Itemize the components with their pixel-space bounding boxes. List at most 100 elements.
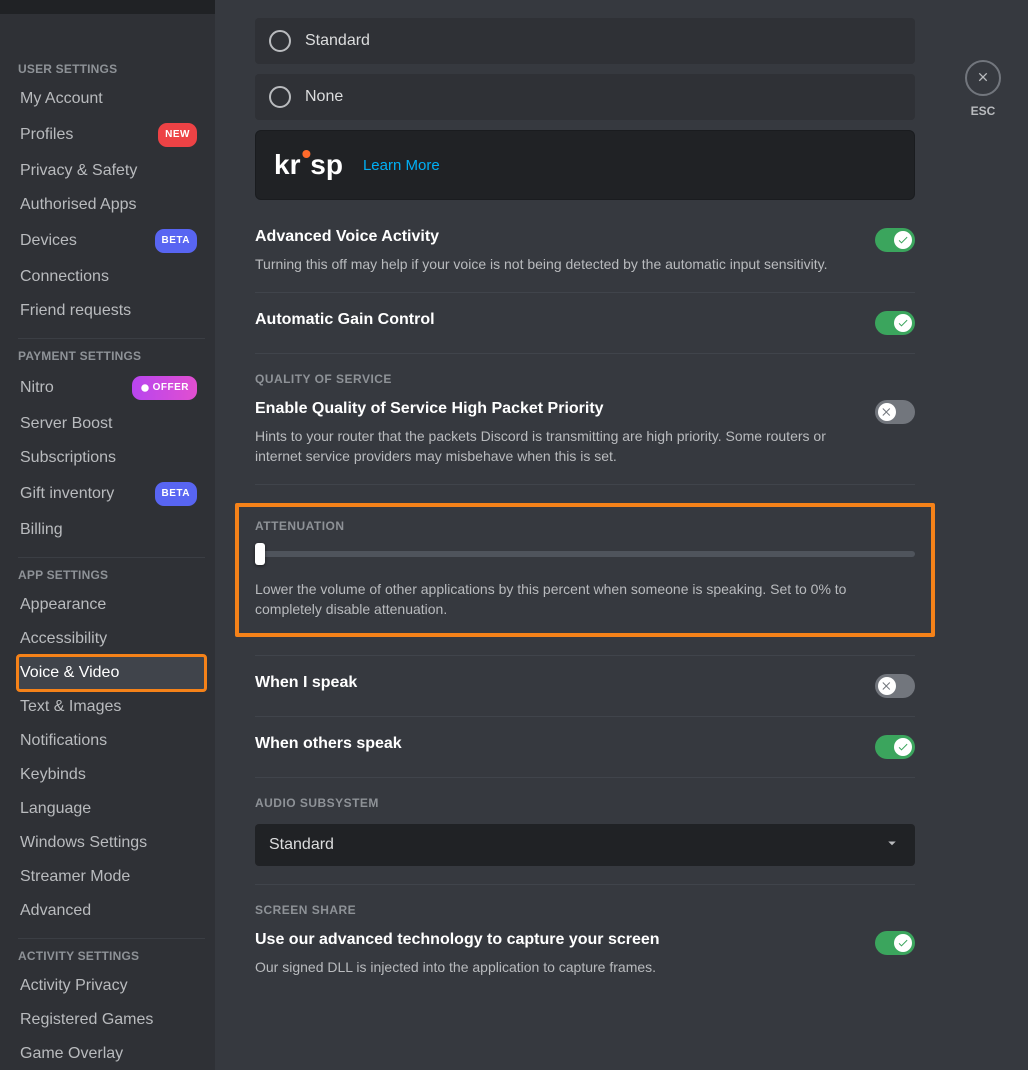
quality-of-service-header: QUALITY OF SERVICE bbox=[255, 372, 915, 386]
check-icon bbox=[897, 937, 909, 949]
sidebar-item-devices[interactable]: Devices BETA bbox=[18, 222, 205, 260]
divider bbox=[255, 777, 915, 778]
sidebar-group-header: ACTIVITY SETTINGS bbox=[18, 949, 205, 963]
slider-thumb[interactable] bbox=[255, 543, 265, 565]
divider bbox=[255, 655, 915, 656]
sidebar-item-label: Subscriptions bbox=[20, 448, 116, 468]
sidebar-item-label: Streamer Mode bbox=[20, 867, 130, 887]
check-icon bbox=[897, 741, 909, 753]
divider bbox=[255, 716, 915, 717]
sidebar-item-gift-inventory[interactable]: Gift inventory BETA bbox=[18, 475, 205, 513]
sidebar-group-header: APP SETTINGS bbox=[18, 568, 205, 582]
sidebar-item-registered-games[interactable]: Registered Games bbox=[18, 1003, 205, 1037]
sidebar-item-voice-video[interactable]: Voice & Video bbox=[18, 656, 205, 690]
sidebar-group-header: PAYMENT SETTINGS bbox=[18, 349, 205, 363]
sidebar-item-privacy-safety[interactable]: Privacy & Safety bbox=[18, 154, 205, 188]
sidebar-item-appearance[interactable]: Appearance bbox=[18, 588, 205, 622]
attenuation-desc: Lower the volume of other applications b… bbox=[255, 579, 915, 619]
select-value: Standard bbox=[269, 836, 334, 854]
screen-share-toggle[interactable] bbox=[875, 931, 915, 955]
sidebar-item-friend-requests[interactable]: Friend requests bbox=[18, 294, 205, 328]
krisp-logo: kr•sp bbox=[274, 149, 343, 181]
sidebar-item-advanced[interactable]: Advanced bbox=[18, 894, 205, 928]
sidebar-item-label: Registered Games bbox=[20, 1010, 153, 1030]
sidebar-item-text-images[interactable]: Text & Images bbox=[18, 690, 205, 724]
sidebar-item-server-boost[interactable]: Server Boost bbox=[18, 407, 205, 441]
esc-label: ESC bbox=[971, 104, 996, 118]
krisp-learn-more-link[interactable]: Learn More bbox=[363, 157, 440, 174]
sidebar-item-label: Devices bbox=[20, 231, 77, 251]
sidebar-item-accessibility[interactable]: Accessibility bbox=[18, 622, 205, 656]
sidebar-item-connections[interactable]: Connections bbox=[18, 260, 205, 294]
settings-content: Standard None kr•sp Learn More Advanced … bbox=[215, 0, 1028, 1070]
attenuation-header: ATTENUATION bbox=[255, 519, 915, 533]
sidebar-item-language[interactable]: Language bbox=[18, 792, 205, 826]
sidebar-item-nitro[interactable]: Nitro OFFER bbox=[18, 369, 205, 407]
sidebar-item-label: Accessibility bbox=[20, 629, 107, 649]
new-badge: NEW bbox=[158, 123, 197, 147]
divider bbox=[255, 884, 915, 885]
sidebar-item-windows-settings[interactable]: Windows Settings bbox=[18, 826, 205, 860]
divider bbox=[18, 338, 205, 339]
radio-icon bbox=[269, 86, 291, 108]
sidebar-item-authorised-apps[interactable]: Authorised Apps bbox=[18, 188, 205, 222]
close-button[interactable] bbox=[965, 60, 1001, 96]
sidebar-item-label: Authorised Apps bbox=[20, 195, 137, 215]
radio-icon bbox=[269, 30, 291, 52]
check-icon bbox=[897, 317, 909, 329]
sidebar-item-billing[interactable]: Billing bbox=[18, 513, 205, 547]
sidebar-item-profiles[interactable]: Profiles NEW bbox=[18, 116, 205, 154]
sidebar-item-label: Server Boost bbox=[20, 414, 112, 434]
slider-track bbox=[255, 551, 915, 557]
radio-label: None bbox=[305, 88, 343, 106]
sidebar-item-game-overlay[interactable]: Game Overlay bbox=[18, 1037, 205, 1070]
krisp-card: kr•sp Learn More bbox=[255, 130, 915, 200]
sidebar-item-label: Advanced bbox=[20, 901, 91, 921]
when-i-speak-toggle[interactable] bbox=[875, 674, 915, 698]
attenuation-highlight: ATTENUATION Lower the volume of other ap… bbox=[235, 503, 935, 637]
sidebar-item-activity-privacy[interactable]: Activity Privacy bbox=[18, 969, 205, 1003]
screen-share-title: Use our advanced technology to capture y… bbox=[255, 931, 855, 949]
radio-standard[interactable]: Standard bbox=[255, 18, 915, 64]
sidebar-item-label: My Account bbox=[20, 89, 103, 109]
sidebar-item-my-account[interactable]: My Account bbox=[18, 82, 205, 116]
when-others-speak-toggle[interactable] bbox=[875, 735, 915, 759]
divider bbox=[255, 292, 915, 293]
automatic-gain-control-toggle[interactable] bbox=[875, 311, 915, 335]
sidebar-item-label: Profiles bbox=[20, 125, 73, 145]
close-icon bbox=[881, 680, 893, 692]
advanced-voice-activity-title: Advanced Voice Activity bbox=[255, 228, 855, 246]
sidebar-item-label: Voice & Video bbox=[20, 663, 119, 683]
sidebar-item-subscriptions[interactable]: Subscriptions bbox=[18, 441, 205, 475]
attenuation-slider[interactable] bbox=[255, 543, 915, 563]
screen-share-desc: Our signed DLL is injected into the appl… bbox=[255, 957, 855, 977]
sidebar-item-label: Connections bbox=[20, 267, 109, 287]
close-icon bbox=[975, 70, 991, 86]
sidebar-item-notifications[interactable]: Notifications bbox=[18, 724, 205, 758]
qos-toggle[interactable] bbox=[875, 400, 915, 424]
settings-sidebar: USER SETTINGS My Account Profiles NEW Pr… bbox=[0, 0, 215, 1070]
divider bbox=[255, 484, 915, 485]
qos-desc: Hints to your router that the packets Di… bbox=[255, 426, 855, 466]
sidebar-item-label: Friend requests bbox=[20, 301, 131, 321]
sidebar-item-label: Gift inventory bbox=[20, 484, 114, 504]
offer-badge-text: OFFER bbox=[153, 378, 189, 398]
automatic-gain-control-title: Automatic Gain Control bbox=[255, 311, 435, 329]
sidebar-item-label: Game Overlay bbox=[20, 1044, 123, 1064]
advanced-voice-activity-desc: Turning this off may help if your voice … bbox=[255, 254, 855, 274]
when-i-speak-title: When I speak bbox=[255, 674, 357, 692]
beta-badge: BETA bbox=[155, 229, 197, 253]
when-others-speak-title: When others speak bbox=[255, 735, 402, 753]
beta-badge: BETA bbox=[155, 482, 197, 506]
sidebar-item-keybinds[interactable]: Keybinds bbox=[18, 758, 205, 792]
sidebar-item-label: Billing bbox=[20, 520, 63, 540]
sidebar-item-label: Activity Privacy bbox=[20, 976, 128, 996]
advanced-voice-activity-toggle[interactable] bbox=[875, 228, 915, 252]
audio-subsystem-header: AUDIO SUBSYSTEM bbox=[255, 796, 915, 810]
radio-none[interactable]: None bbox=[255, 74, 915, 120]
qos-title: Enable Quality of Service High Packet Pr… bbox=[255, 400, 855, 418]
sidebar-item-streamer-mode[interactable]: Streamer Mode bbox=[18, 860, 205, 894]
audio-subsystem-select[interactable]: Standard bbox=[255, 824, 915, 866]
nitro-icon bbox=[140, 383, 150, 393]
sidebar-item-label: Windows Settings bbox=[20, 833, 147, 853]
